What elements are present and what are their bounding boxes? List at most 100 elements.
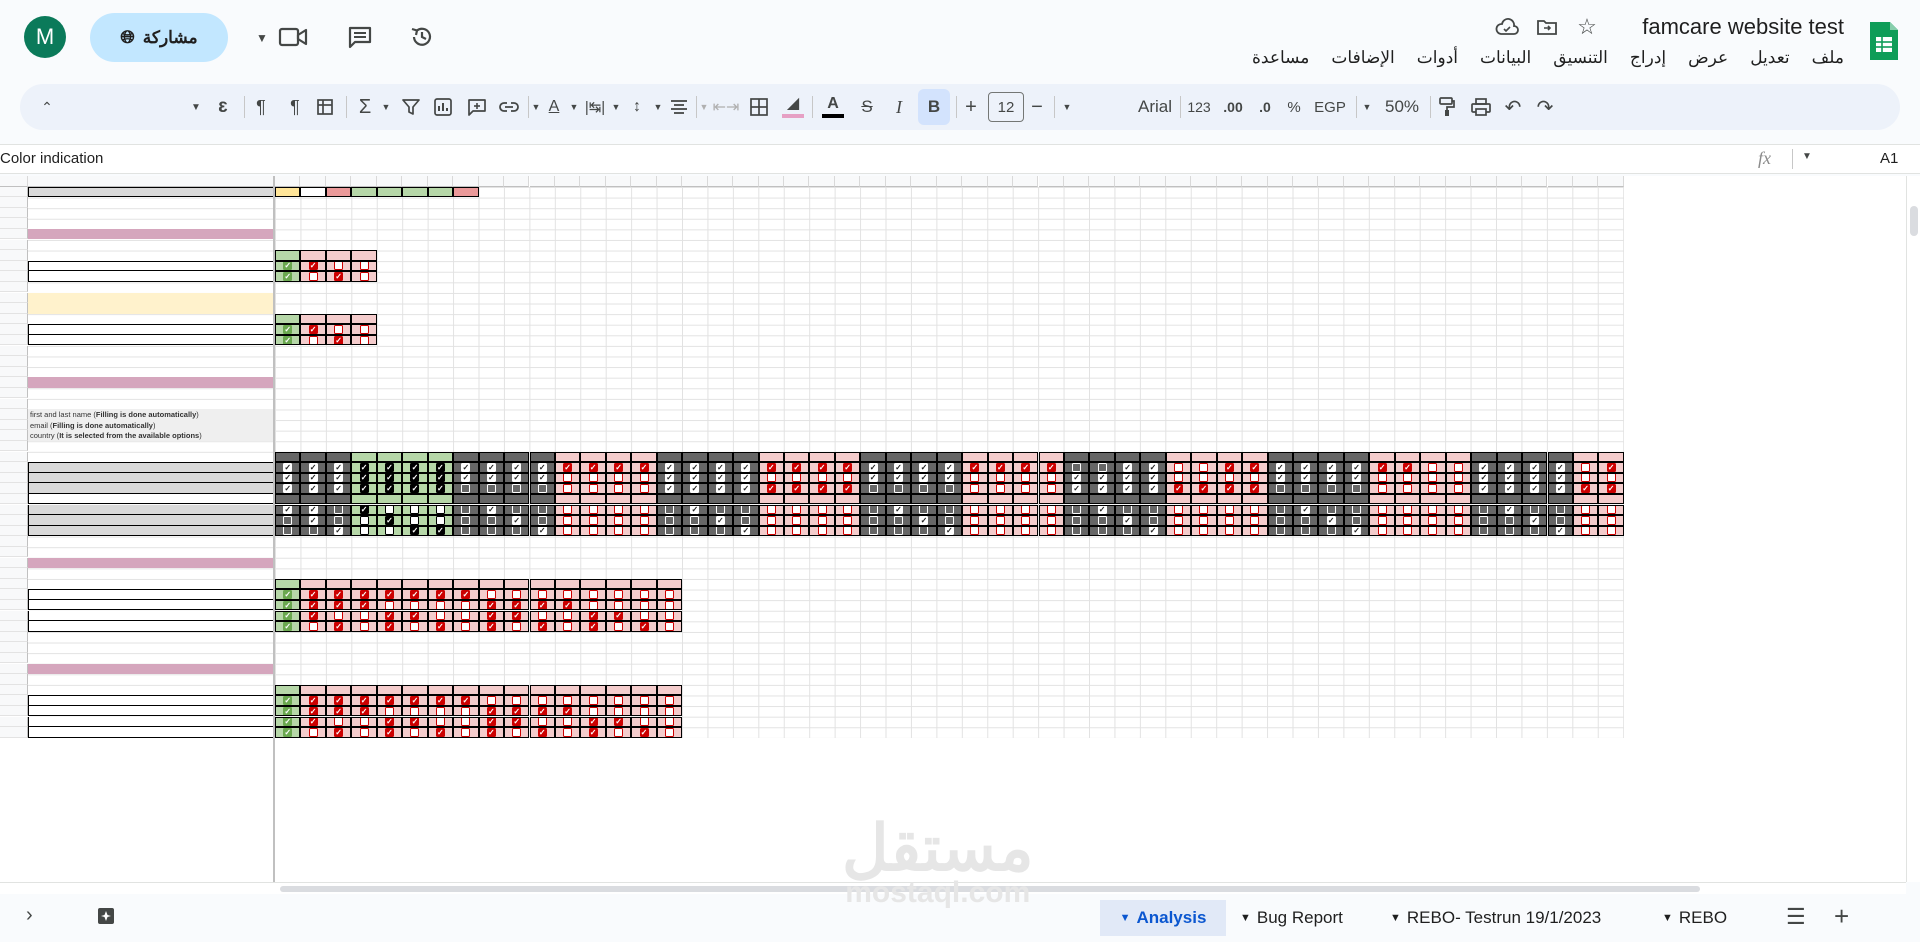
checkbox-cell[interactable] — [453, 610, 479, 622]
checkbox-cell[interactable] — [1318, 483, 1344, 494]
checkbox-cell[interactable] — [1598, 504, 1624, 516]
checkbox-cell[interactable]: ✓ — [504, 515, 530, 526]
checkbox-cell[interactable]: ✓ — [682, 472, 708, 484]
checkbox-cell[interactable]: ✓ — [631, 621, 657, 632]
checkbox-cell[interactable] — [1013, 504, 1039, 516]
checkbox-cell[interactable] — [758, 525, 784, 537]
checkbox-cell[interactable] — [453, 716, 479, 728]
sheet-tab-bug-report[interactable]: ▼ Bug Report — [1240, 900, 1343, 936]
text-color-icon[interactable]: A — [818, 84, 848, 130]
checkbox-cell[interactable] — [529, 504, 555, 516]
checkbox-cell[interactable]: ✓ — [885, 472, 912, 484]
checkbox-cell[interactable]: ✓ — [478, 727, 505, 738]
checkbox-cell[interactable] — [376, 504, 403, 516]
checkbox-cell[interactable] — [529, 483, 555, 494]
checkbox-cell[interactable] — [656, 716, 683, 728]
checkbox-cell[interactable]: ✓ — [351, 504, 377, 516]
checkbox-cell[interactable]: ✓ — [402, 472, 428, 484]
checkbox-cell[interactable] — [427, 515, 454, 526]
row-header[interactable] — [0, 472, 28, 484]
checkbox-cell[interactable]: ✓ — [911, 472, 937, 484]
text-direction-icon[interactable]: ɛ — [210, 84, 236, 130]
checkbox-cell[interactable] — [1471, 515, 1497, 526]
checkbox-cell[interactable]: ✓ — [478, 472, 505, 484]
zoom-dropdown-icon[interactable]: ▼ — [1358, 84, 1376, 130]
checkbox-cell[interactable] — [885, 515, 912, 526]
checkbox-cell[interactable]: ✓ — [962, 462, 988, 473]
checkbox-cell[interactable] — [1216, 472, 1243, 484]
checkbox-cell[interactable]: ✓ — [275, 727, 301, 738]
checkbox-cell[interactable] — [351, 260, 377, 272]
checkbox-cell[interactable]: ✓ — [1343, 472, 1370, 484]
checkbox-cell[interactable]: ✓ — [1369, 462, 1395, 473]
checkbox-cell[interactable] — [1343, 483, 1370, 494]
column-header[interactable] — [529, 176, 555, 187]
checkbox-cell[interactable]: ✓ — [275, 621, 301, 632]
checkbox-cell[interactable]: ✓ — [300, 610, 326, 622]
checkbox-cell[interactable] — [275, 525, 301, 537]
checkbox-cell[interactable]: ✓ — [834, 483, 861, 494]
checkbox-cell[interactable] — [554, 589, 581, 600]
checkbox-cell[interactable]: ✓ — [376, 610, 403, 622]
checkbox-cell[interactable]: ✓ — [275, 599, 301, 611]
row-header[interactable] — [0, 536, 28, 547]
checkbox-cell[interactable] — [605, 621, 632, 632]
checkbox-cell[interactable] — [1013, 483, 1039, 494]
checkbox-cell[interactable]: ✓ — [580, 716, 606, 728]
column-header-a[interactable] — [28, 176, 275, 187]
increase-decimal-button[interactable]: .00 — [1218, 84, 1248, 130]
checkbox-cell[interactable]: ✓ — [682, 462, 708, 473]
row-header[interactable] — [0, 705, 28, 717]
checkbox-cell[interactable] — [911, 504, 937, 516]
column-header[interactable] — [1114, 176, 1141, 187]
checkbox-cell[interactable] — [1063, 525, 1090, 537]
checkbox-cell[interactable]: ✓ — [376, 589, 403, 600]
checkbox-cell[interactable] — [351, 727, 377, 738]
checkbox-cell[interactable]: ✓ — [936, 472, 963, 484]
row-header[interactable] — [0, 387, 28, 399]
checkbox-cell[interactable]: ✓ — [325, 271, 352, 282]
checkbox-cell[interactable] — [351, 621, 377, 632]
checkbox-cell[interactable]: ✓ — [453, 695, 479, 706]
checkbox-cell[interactable] — [478, 589, 505, 600]
sheet-tab-rebo-testrun[interactable]: ▼ REBO- Testrun 19/1/2023 — [1390, 900, 1601, 936]
checkbox-cell[interactable] — [656, 621, 683, 632]
checkbox-cell[interactable]: ✓ — [1394, 462, 1421, 473]
checkbox-cell[interactable] — [402, 727, 428, 738]
checkbox-cell[interactable] — [1216, 504, 1243, 516]
row-header[interactable] — [0, 727, 28, 738]
checkbox-cell[interactable]: ✓ — [351, 705, 377, 717]
move-folder-icon[interactable] — [1534, 15, 1560, 39]
checkbox-cell[interactable]: ✓ — [1114, 483, 1141, 494]
checkbox-cell[interactable]: ✓ — [427, 472, 454, 484]
halign-dropdown-icon[interactable]: ▼ — [650, 84, 666, 130]
checkbox-cell[interactable] — [911, 483, 937, 494]
checkbox-cell[interactable] — [554, 483, 581, 494]
row-header[interactable] — [0, 674, 28, 685]
checkbox-cell[interactable] — [1445, 525, 1472, 537]
column-header[interactable] — [1293, 176, 1319, 187]
checkbox-cell[interactable] — [605, 483, 632, 494]
checkbox-cell[interactable] — [1216, 525, 1243, 537]
checkbox-cell[interactable] — [325, 324, 352, 335]
checkbox-cell[interactable]: ✓ — [860, 462, 886, 473]
checkbox-cell[interactable] — [1089, 462, 1115, 473]
checkbox-cell[interactable]: ✓ — [656, 462, 683, 473]
checkbox-cell[interactable]: ✓ — [1318, 472, 1344, 484]
checkbox-cell[interactable] — [605, 504, 632, 516]
checkbox-cell[interactable]: ✓ — [1572, 483, 1599, 494]
checkbox-cell[interactable]: ✓ — [504, 599, 530, 611]
checkbox-cell[interactable]: ✓ — [1598, 483, 1624, 494]
checkbox-cell[interactable]: ✓ — [885, 462, 912, 473]
menu-item[interactable]: إدراج — [1630, 48, 1666, 68]
checkbox-cell[interactable]: ✓ — [1267, 462, 1293, 473]
checkbox-cell[interactable] — [1394, 525, 1421, 537]
checkbox-cell[interactable]: ✓ — [504, 472, 530, 484]
checkbox-cell[interactable]: ✓ — [707, 483, 734, 494]
checkbox-cell[interactable] — [453, 621, 479, 632]
checkbox-cell[interactable] — [1547, 504, 1573, 516]
column-header[interactable] — [987, 176, 1014, 187]
checkbox-cell[interactable] — [733, 515, 759, 526]
name-box-dropdown-icon[interactable]: ▼ — [1802, 151, 1812, 162]
checkbox-cell[interactable] — [554, 695, 581, 706]
